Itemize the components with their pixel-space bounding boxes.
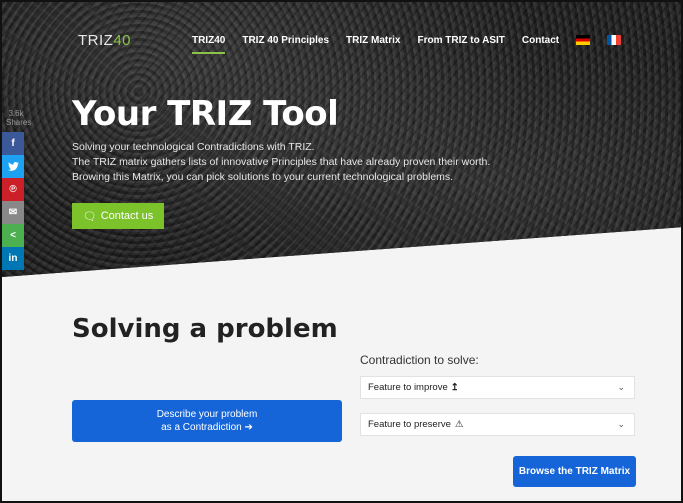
top-nav: TRIZ40 TRIZ40 TRIZ 40 Principles TRIZ Ma… <box>2 32 681 54</box>
chat-icon: 🗨 <box>82 210 97 223</box>
contact-us-button[interactable]: 🗨 Contact us <box>72 203 164 229</box>
section-title: Solving a problem <box>72 314 338 344</box>
nav-links: TRIZ40 TRIZ 40 Principles TRIZ Matrix Fr… <box>192 35 622 54</box>
facebook-icon[interactable]: f <box>2 132 24 155</box>
warning-icon: ⚠ <box>454 419 464 430</box>
nav-link-matrix[interactable]: TRIZ Matrix <box>346 35 400 46</box>
hero-title: Your TRIZ Tool <box>72 94 339 134</box>
contradiction-label: Contradiction to solve: <box>360 353 479 367</box>
nav-link-principles[interactable]: TRIZ 40 Principles <box>242 35 329 46</box>
nav-link-asit[interactable]: From TRIZ to ASIT <box>418 35 505 46</box>
nav-link-triz40[interactable]: TRIZ40 <box>192 35 226 54</box>
arrow-up-icon: ↥ <box>450 382 459 393</box>
share-icon[interactable]: < <box>2 224 24 247</box>
social-share-bar: f ℗ ✉ < in <box>2 132 24 270</box>
hero-line-2: The TRIZ matrix gathers lists of innovat… <box>72 156 491 168</box>
browse-matrix-button[interactable]: Browse the TRIZ Matrix <box>513 456 636 487</box>
chevron-down-icon: ⌄ <box>617 419 625 429</box>
feature-to-preserve-select[interactable]: Feature to preserve ⚠ ⌄ <box>360 413 635 436</box>
chevron-down-icon: ⌄ <box>617 382 625 392</box>
linkedin-icon[interactable]: in <box>2 247 24 270</box>
arrow-right-icon: ➔ <box>244 422 253 433</box>
email-icon[interactable]: ✉ <box>2 201 24 224</box>
preserve-select-label: Feature to preserve <box>368 419 451 430</box>
hero-line-1: Solving your technological Contradiction… <box>72 141 315 153</box>
nav-link-contact[interactable]: Contact <box>522 35 559 46</box>
pinterest-icon[interactable]: ℗ <box>2 178 24 201</box>
describe-problem-button[interactable]: Describe your problem as a Contradiction… <box>72 400 342 442</box>
describe-line-1: Describe your problem <box>156 409 258 420</box>
page-frame: TRIZ40 TRIZ40 TRIZ 40 Principles TRIZ Ma… <box>0 0 683 503</box>
describe-line-2-wrap: as a Contradiction ➔ <box>161 422 253 433</box>
share-count: 3.6k Shares <box>6 109 32 127</box>
german-flag-icon[interactable] <box>576 35 591 45</box>
twitter-icon[interactable] <box>2 155 24 178</box>
improve-select-label: Feature to improve <box>368 382 448 393</box>
feature-to-improve-select[interactable]: Feature to improve ↥ ⌄ <box>360 376 635 399</box>
hero-line-3: Browing this Matrix, you can pick soluti… <box>72 171 454 183</box>
hero-description: Solving your technological Contradiction… <box>72 140 552 185</box>
site-logo[interactable]: TRIZ40 <box>78 32 131 49</box>
contact-us-label: Contact us <box>100 210 154 222</box>
french-flag-icon[interactable] <box>607 35 622 45</box>
